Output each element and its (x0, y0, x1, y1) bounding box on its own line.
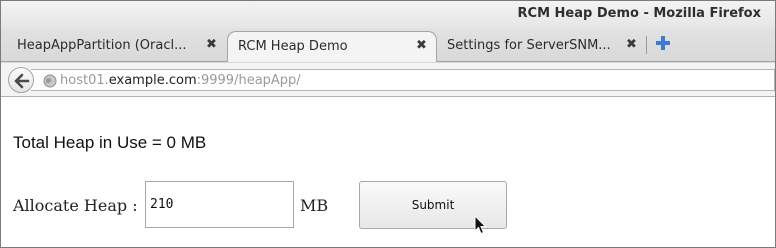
url-suffix: :9999/heapApp/ (196, 73, 301, 88)
window-title: RCM Heap Demo - Mozilla Firefox (517, 6, 761, 21)
tab-strip: HeapAppPartition (Oracl... ✖ RCM Heap De… (1, 28, 775, 63)
close-icon[interactable]: ✖ (206, 37, 217, 52)
navigation-bar: host01.example.com:9999/heapApp/ (1, 63, 775, 97)
globe-icon (43, 73, 57, 92)
tab-label: RCM Heap Demo (238, 39, 348, 54)
allocate-heap-label: Allocate Heap : (13, 196, 138, 215)
plus-icon[interactable] (656, 35, 670, 54)
close-icon[interactable]: ✖ (626, 37, 637, 52)
mouse-cursor-icon (474, 214, 487, 239)
tab-label: Settings for ServerSNM... (447, 38, 611, 53)
url-bar[interactable]: host01.example.com:9999/heapApp/ (31, 69, 775, 91)
close-icon[interactable]: ✖ (416, 38, 427, 53)
allocate-heap-input[interactable] (145, 181, 294, 228)
url-prefix: host01. (60, 73, 109, 88)
back-button[interactable] (8, 67, 34, 93)
back-arrow-icon (14, 73, 30, 89)
tab-label: HeapAppPartition (Oracl... (17, 38, 187, 53)
unit-label: MB (300, 196, 329, 215)
tab-separator (646, 36, 647, 54)
url-host: example.com (108, 73, 197, 88)
tab-settings-server[interactable]: Settings for ServerSNM... ✖ (437, 31, 645, 61)
tab-rcm-heap-demo[interactable]: RCM Heap Demo ✖ (227, 31, 437, 62)
heap-status-text: Total Heap in Use = 0 MB (13, 133, 207, 152)
url-text[interactable]: host01.example.com:9999/heapApp/ (60, 73, 301, 88)
title-bar: RCM Heap Demo - Mozilla Firefox (1, 1, 775, 28)
tab-heap-app-partition[interactable]: HeapAppPartition (Oracl... ✖ (7, 31, 223, 61)
